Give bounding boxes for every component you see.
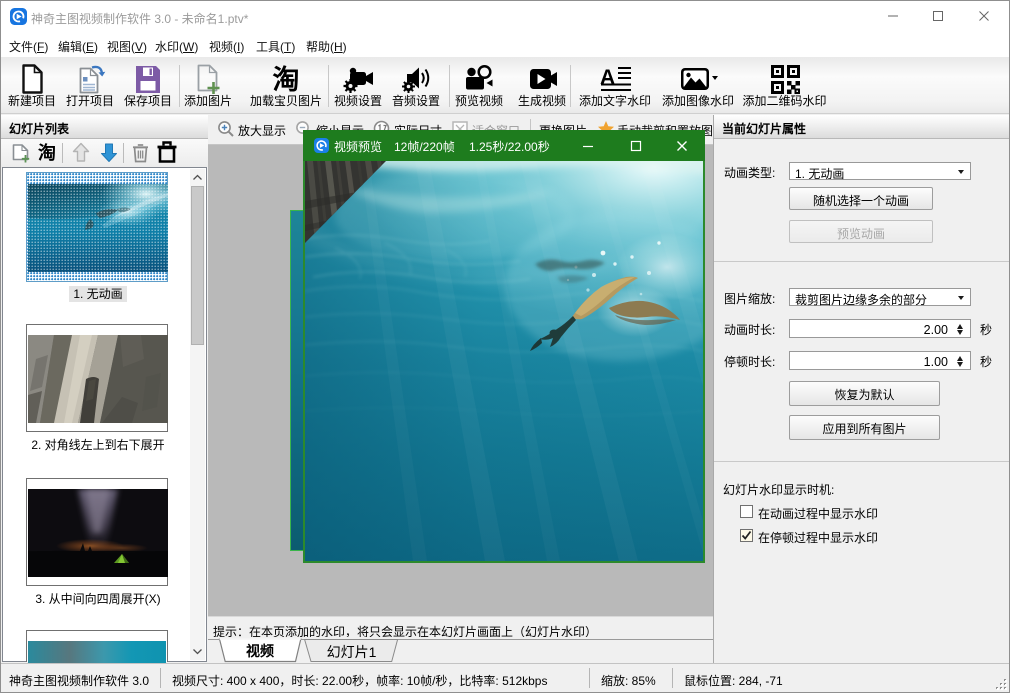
svg-text:淘: 淘	[273, 65, 300, 95]
svg-text:淘: 淘	[38, 143, 56, 163]
svg-text:A: A	[600, 66, 615, 89]
